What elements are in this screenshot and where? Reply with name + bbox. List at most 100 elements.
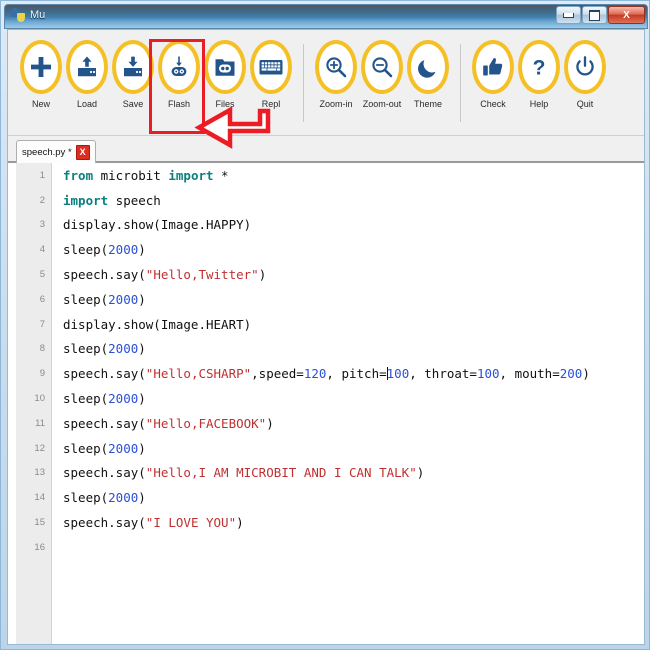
code-text: import speech: [52, 193, 161, 208]
code-token: from: [63, 167, 94, 183]
quit-button-ring: [564, 40, 606, 94]
code-text: speech.say("Hello,FACEBOOK"): [52, 416, 274, 431]
code-line: 1 from microbit import *: [16, 163, 644, 188]
toolbar-button-zoom-out[interactable]: Zoom-out: [359, 34, 405, 129]
toolbar-label-repl: Repl: [261, 99, 281, 109]
toolbar-label-check: Check: [480, 99, 506, 109]
code-text: speech.say("Hello,CSHARP",speed=120, pit…: [52, 366, 590, 381]
theme-button-ring: [407, 40, 449, 94]
toolbar-button-load[interactable]: Load: [64, 34, 110, 129]
code-token: speech.say(: [63, 465, 146, 481]
code-token: sleep(: [63, 490, 109, 506]
line-number: 6: [39, 293, 45, 305]
mu-editor-window: Mu X New Load Save Flash Files Repl Zoom…: [0, 0, 650, 650]
code-text: from microbit import *: [52, 168, 229, 183]
minimize-button[interactable]: [556, 6, 581, 24]
toolbar-label-quit: Quit: [576, 99, 594, 109]
code-token: 2000: [108, 440, 139, 456]
code-token: *: [213, 167, 229, 183]
code-text: sleep(2000): [52, 242, 146, 257]
code-token: ): [138, 291, 146, 307]
toolbar-label-load: Load: [76, 99, 98, 109]
line-number: 13: [34, 467, 45, 479]
code-token: 2000: [108, 242, 139, 258]
code-token: "Hello,CSHARP": [145, 366, 252, 382]
toolbar-separator-2: [460, 44, 461, 122]
code-text: sleep(2000): [52, 490, 146, 505]
download-folder-icon: [124, 56, 142, 77]
close-button[interactable]: X: [608, 6, 645, 24]
maximize-button[interactable]: [582, 6, 607, 24]
code-token: ): [138, 490, 146, 506]
thumbs-up-icon: [483, 58, 503, 76]
title-bar-left: Mu: [11, 8, 45, 22]
line-number: 2: [39, 194, 45, 206]
toolbar-button-theme[interactable]: Theme: [405, 34, 451, 129]
power-icon: [576, 56, 594, 76]
code-line: 11 speech.say("Hello,FACEBOOK"): [16, 411, 644, 436]
code-token: ): [258, 267, 267, 283]
code-text: speech.say("I LOVE YOU"): [52, 515, 244, 530]
line-number: 3: [39, 219, 45, 231]
svg-text:?: ?: [533, 57, 546, 80]
code-token: sleep(: [63, 391, 109, 407]
code-token: ): [138, 440, 146, 456]
toolbar-button-help[interactable]: ? Help: [516, 34, 562, 129]
python-logo-icon: [11, 8, 25, 22]
code-token: , pitch=: [326, 366, 387, 382]
code-token: display.show(Image.HAPPY): [63, 217, 252, 233]
code-token: ): [236, 515, 244, 531]
toolbar-button-check[interactable]: Check: [470, 34, 516, 129]
code-text: speech.say("Hello,I AM MICROBIT AND I CA…: [52, 465, 424, 480]
code-token: sleep(: [63, 291, 109, 307]
tab-close-icon[interactable]: X: [75, 144, 90, 160]
code-line: 14 sleep(2000): [16, 485, 644, 510]
code-token: sleep(: [63, 242, 109, 258]
question-mark-icon: ?: [533, 57, 546, 80]
toolbar-label-zoom-out: Zoom-out: [362, 99, 402, 109]
tab-title: speech.py *: [22, 146, 72, 158]
code-token: "Hello,FACEBOOK": [145, 415, 267, 431]
flash-button-ring: [158, 40, 200, 94]
tab-bar: speech.py * X: [8, 136, 644, 163]
load-button-ring: [66, 40, 108, 94]
code-token: speech.say(: [63, 267, 146, 283]
code-token: "I LOVE YOU": [145, 515, 237, 531]
magnifier-minus-icon: [372, 57, 393, 78]
toolbar-button-flash[interactable]: Flash: [156, 34, 202, 129]
code-text: sleep(2000): [52, 292, 146, 307]
robot-flash-icon: [171, 56, 187, 76]
toolbar-button-zoom-in[interactable]: Zoom-in: [313, 34, 359, 129]
code-line: 9 speech.say("Hello,CSHARP",speed=120, pi…: [16, 361, 644, 386]
toolbar-button-files[interactable]: Files: [202, 34, 248, 129]
code-token: , throat=: [409, 366, 477, 382]
zoom-in-button-ring: [315, 40, 357, 94]
toolbar-button-save[interactable]: Save: [110, 34, 156, 129]
maximize-icon: [589, 9, 600, 21]
code-line: 3 display.show(Image.HAPPY): [16, 213, 644, 238]
toolbar-button-new[interactable]: New: [18, 34, 64, 129]
keyboard-icon: [259, 60, 283, 75]
minimize-icon: [563, 12, 574, 18]
code-token: import: [168, 167, 214, 183]
line-number: 7: [39, 318, 45, 330]
line-number: 9: [39, 368, 45, 380]
tab-speech-py[interactable]: speech.py * X: [16, 140, 96, 163]
title-bar[interactable]: Mu X: [4, 4, 648, 29]
toolbar-button-quit[interactable]: Quit: [562, 34, 608, 129]
code-token: speech.say(: [63, 515, 146, 531]
code-editor[interactable]: 1 from microbit import * 2 import speech 3 di…: [8, 163, 644, 644]
new-button-ring: [20, 40, 62, 94]
code-text: display.show(Image.HAPPY): [52, 217, 251, 232]
code-token: 120: [303, 366, 327, 382]
line-number: 14: [34, 492, 45, 504]
code-text: sleep(2000): [52, 391, 146, 406]
folder-robot-icon: [215, 59, 235, 76]
code-token: sleep(: [63, 341, 109, 357]
toolbar-button-repl[interactable]: Repl: [248, 34, 294, 129]
code-line: 2 import speech: [16, 188, 644, 213]
toolbar-label-theme: Theme: [413, 99, 442, 109]
code-token: ): [138, 341, 146, 357]
toolbar-label-flash: Flash: [167, 99, 190, 109]
code-area[interactable]: 1 from microbit import * 2 import speech 3 di…: [16, 163, 644, 644]
